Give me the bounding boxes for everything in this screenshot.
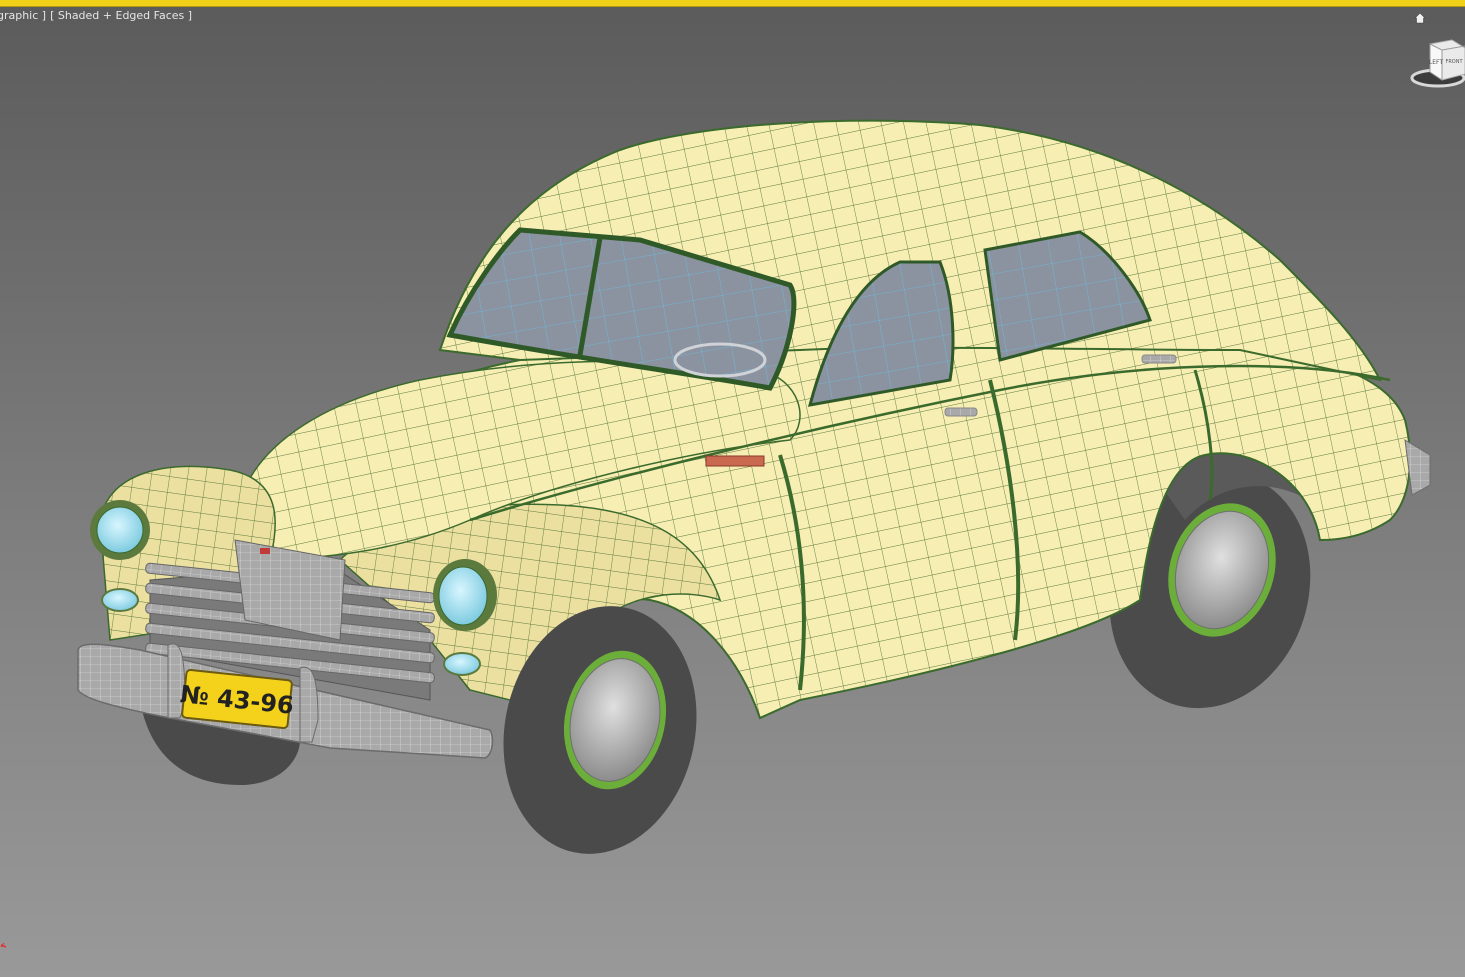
viewcube-face-left[interactable]: LEFT	[1429, 59, 1443, 66]
axis-tripod-icon	[0, 936, 14, 950]
viewport-view-label[interactable]: [ Orthographic ]	[0, 9, 46, 22]
headlight-left	[90, 500, 150, 560]
home-icon[interactable]	[1414, 9, 1426, 24]
car-model[interactable]: № 43-96	[0, 0, 1465, 977]
headlight-right	[433, 559, 497, 631]
perspective-viewport[interactable]: № 43-96 [ Orthographic ] [ Shaded + Edged…	[0, 0, 1465, 977]
active-viewport-border	[0, 0, 1465, 7]
viewcube-face-front[interactable]: FRONT	[1445, 59, 1463, 65]
viewport-shading-label[interactable]: [ Shaded + Edged Faces ]	[50, 9, 192, 22]
viewcube-icon[interactable]: LEFT FRONT	[1408, 36, 1465, 92]
license-plate: № 43-96	[179, 668, 295, 730]
viewport-label[interactable]: [ Orthographic ] [ Shaded + Edged Faces ]	[0, 9, 196, 23]
